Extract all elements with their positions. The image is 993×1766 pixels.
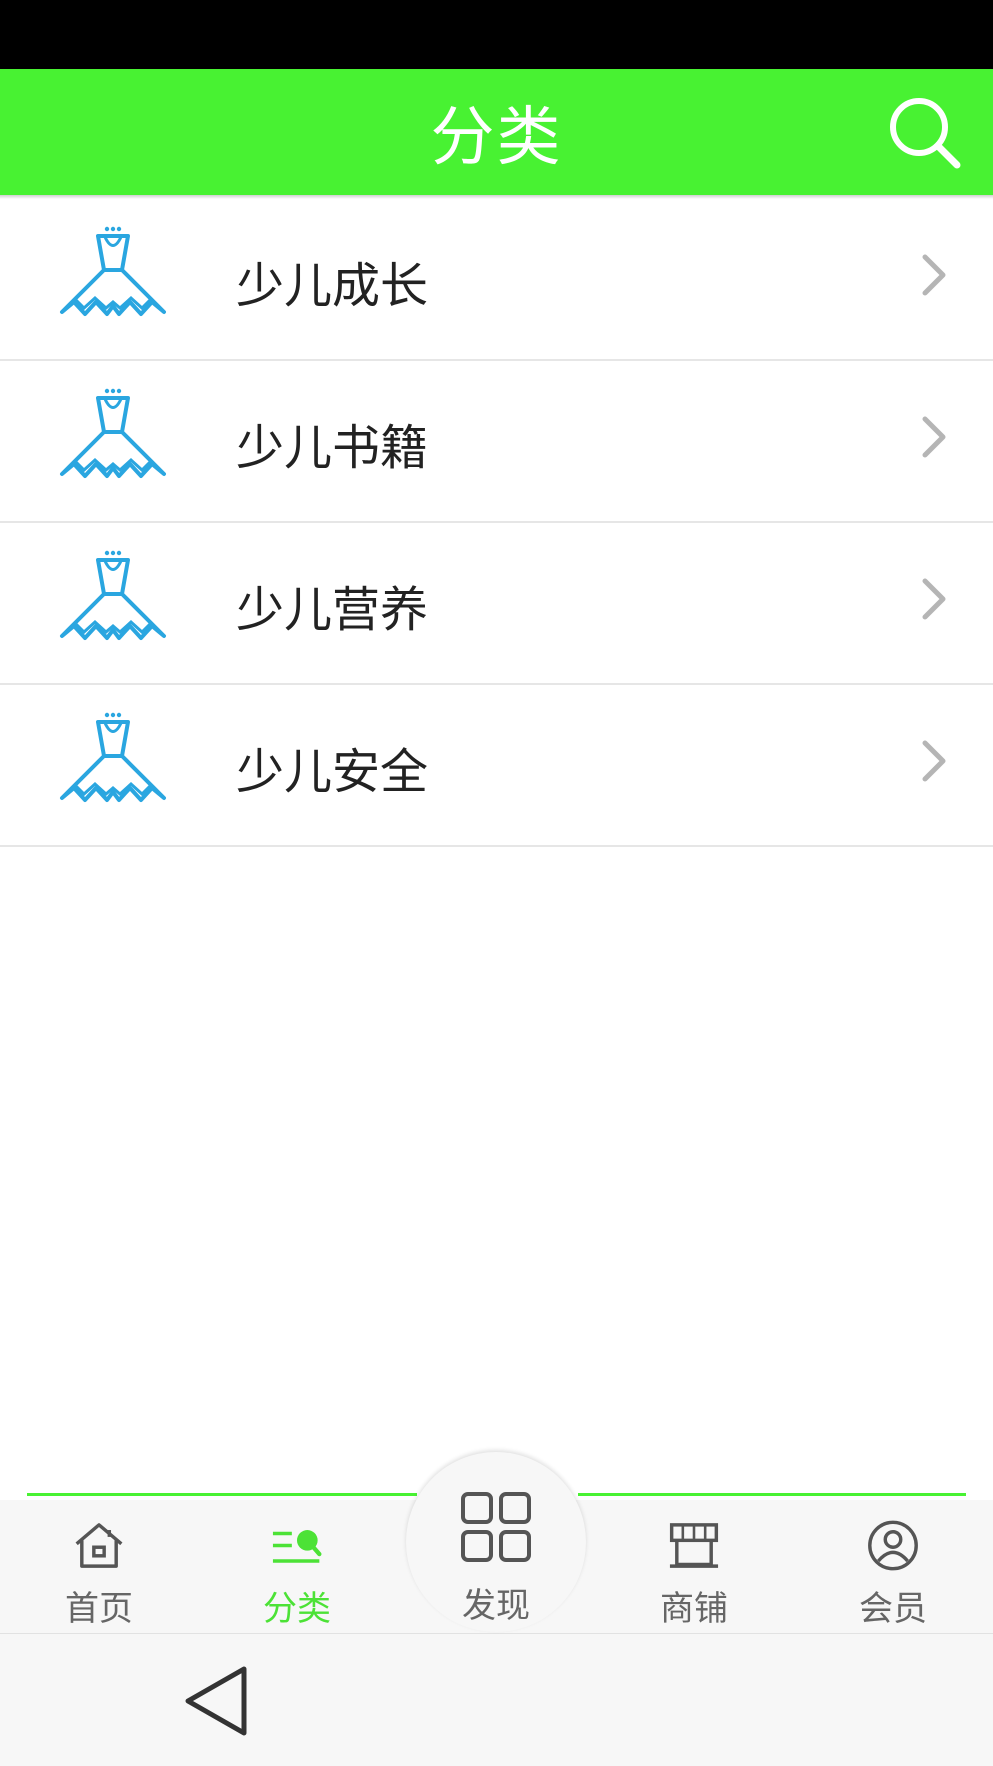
category-item-safety[interactable]: 少儿安全 — [0, 685, 993, 847]
search-icon[interactable] — [885, 93, 965, 173]
dress-icon — [60, 388, 166, 478]
category-item-growth[interactable]: 少儿成长 — [0, 199, 993, 361]
category-item-books[interactable]: 少儿书籍 — [0, 361, 993, 523]
category-item-nutrition[interactable]: 少儿营养 — [0, 523, 993, 685]
page-title: 分类 — [430, 101, 563, 175]
status-bar — [0, 0, 993, 69]
app-header: 分类 — [0, 69, 993, 195]
category-list: 少儿成长 少儿书籍 少儿营养 少儿安全 — [0, 199, 993, 847]
chevron-right-icon — [922, 740, 946, 782]
tab-store[interactable]: 商铺 — [614, 1510, 774, 1630]
category-label: 少儿安全 — [236, 744, 429, 800]
tab-label: 发现 — [462, 1586, 530, 1626]
back-triangle-icon[interactable] — [182, 1665, 252, 1737]
category-label: 少儿书籍 — [236, 420, 429, 476]
chevron-right-icon — [922, 416, 946, 458]
tab-discover[interactable]: 发现 — [416, 1492, 576, 1630]
user-icon — [868, 1520, 918, 1571]
tab-bar-accent-line — [578, 1493, 966, 1496]
system-nav-bar — [0, 1634, 993, 1766]
category-label: 少儿成长 — [236, 258, 429, 314]
chevron-right-icon — [922, 578, 946, 620]
grid-icon — [461, 1492, 531, 1562]
dress-icon — [60, 550, 166, 640]
tab-home[interactable]: 首页 — [19, 1510, 179, 1630]
tab-label: 会员 — [859, 1589, 927, 1629]
tab-bar-accent-line — [27, 1493, 417, 1496]
home-icon — [75, 1523, 123, 1568]
category-label: 少儿营养 — [236, 582, 429, 638]
chevron-right-icon — [922, 254, 946, 296]
tab-label: 商铺 — [660, 1589, 728, 1629]
dress-icon — [60, 226, 166, 316]
tab-label: 首页 — [65, 1589, 133, 1629]
category-icon — [272, 1530, 322, 1563]
dress-icon — [60, 712, 166, 802]
tab-member[interactable]: 会员 — [813, 1510, 973, 1630]
store-icon — [669, 1523, 719, 1568]
tab-category[interactable]: 分类 — [217, 1510, 377, 1630]
tab-label: 分类 — [263, 1589, 331, 1629]
